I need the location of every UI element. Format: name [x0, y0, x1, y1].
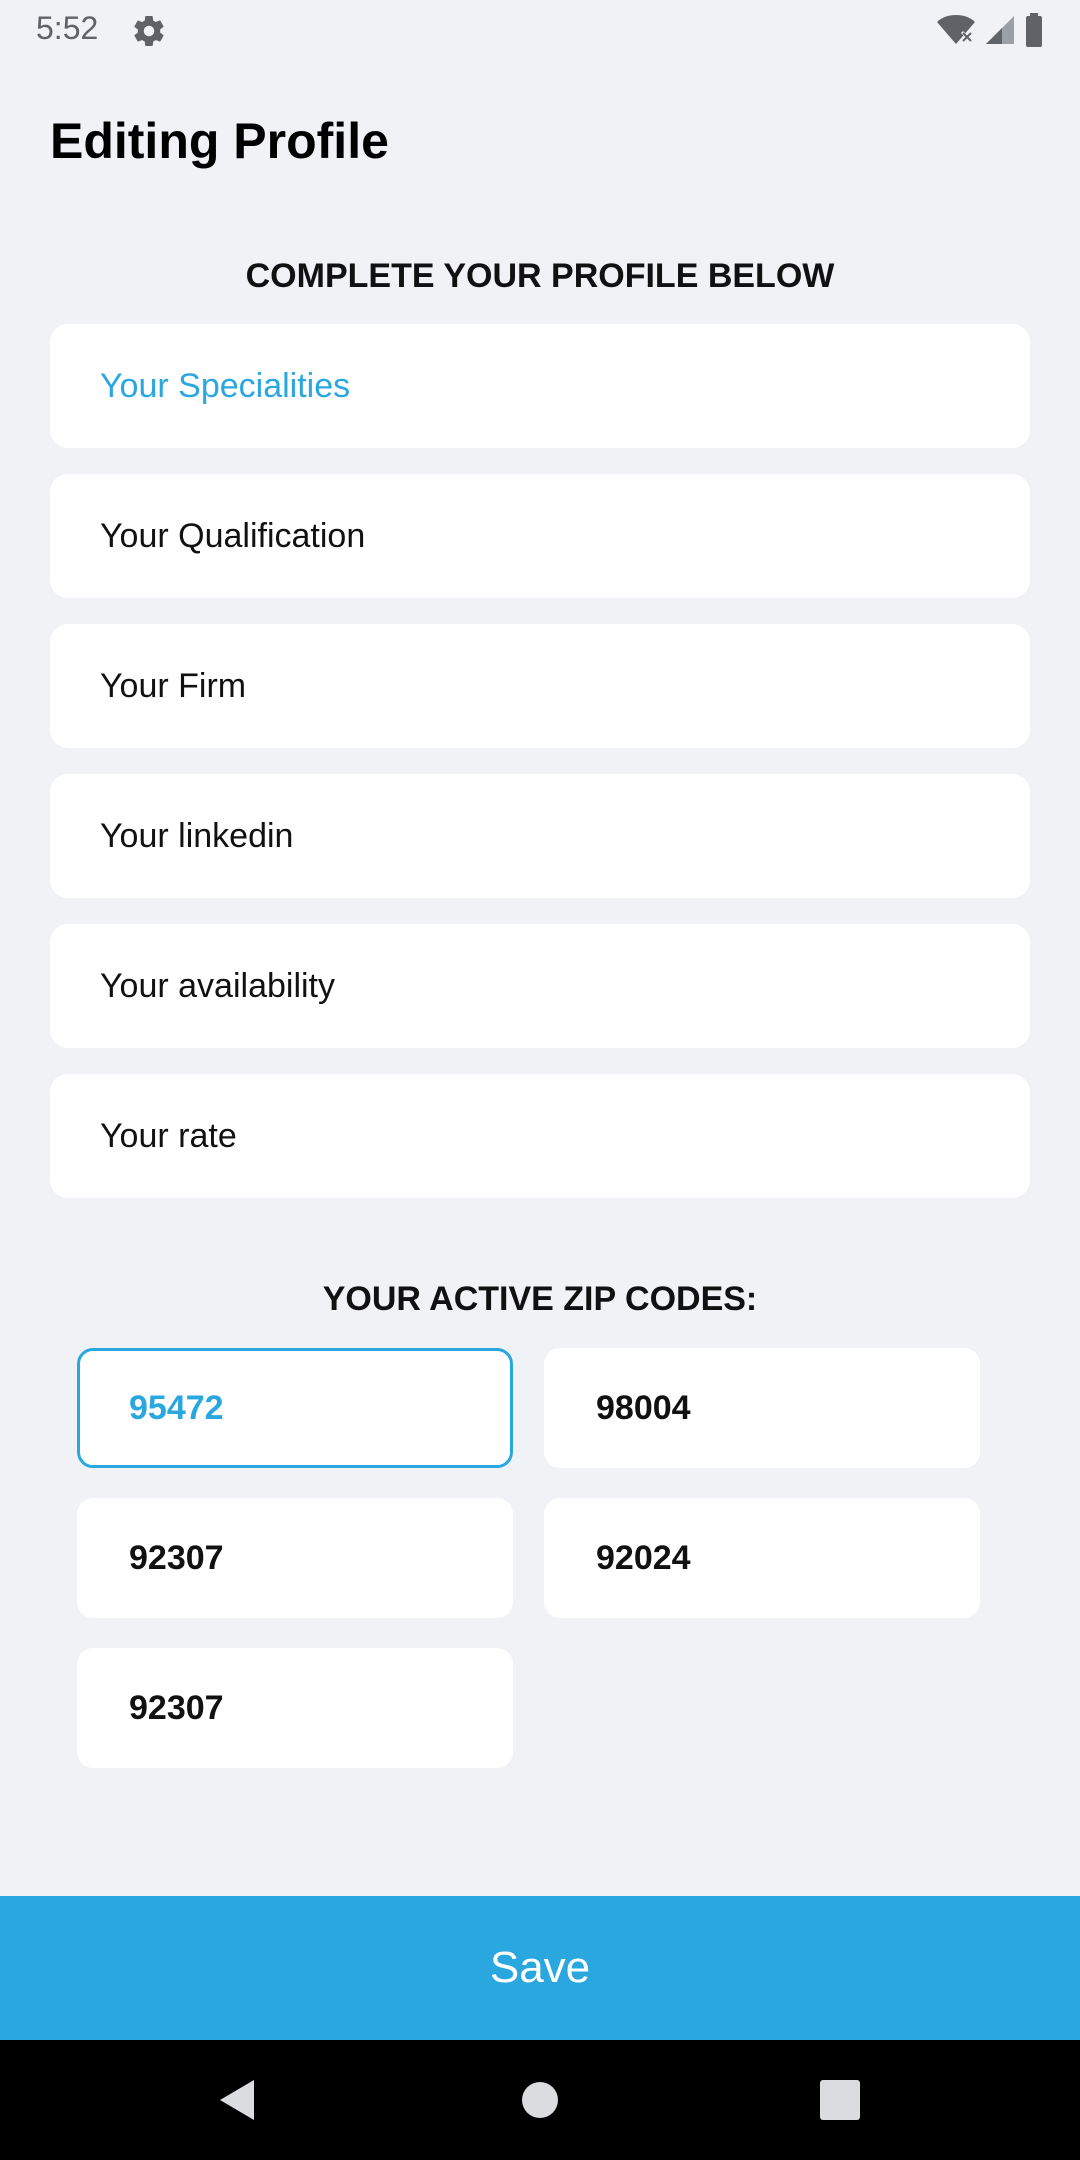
- zip-code-chip[interactable]: 92024: [544, 1498, 980, 1618]
- save-button[interactable]: Save: [0, 1896, 1080, 2040]
- recent-apps-icon[interactable]: [816, 2076, 864, 2124]
- battery-icon: [1026, 13, 1042, 47]
- availability-field[interactable]: Your availability: [50, 924, 1030, 1048]
- linkedin-field[interactable]: Your linkedin: [50, 774, 1030, 898]
- zip-code-chip[interactable]: 92307: [77, 1648, 513, 1768]
- firm-field[interactable]: Your Firm: [50, 624, 1030, 748]
- wifi-off-icon: [937, 15, 975, 44]
- gear-icon: [134, 16, 164, 47]
- signal-icon: [986, 16, 1014, 44]
- system-nav-bar: [0, 2040, 1080, 2160]
- back-icon[interactable]: [214, 2076, 262, 2124]
- profile-section-heading: COMPLETE YOUR PROFILE BELOW: [245, 257, 835, 295]
- specialities-field[interactable]: Your Specialities: [50, 324, 1030, 448]
- status-time: 5:52: [36, 10, 99, 46]
- zip-code-chip[interactable]: 98004: [544, 1348, 980, 1468]
- zip-code-chip[interactable]: 95472: [77, 1348, 513, 1468]
- zip-code-chip[interactable]: 92307: [77, 1498, 513, 1618]
- home-icon[interactable]: [516, 2076, 564, 2124]
- page-title: Editing Profile: [50, 113, 389, 169]
- zip-section-heading: YOUR ACTIVE ZIP CODES:: [322, 1280, 758, 1318]
- qualification-field[interactable]: Your Qualification: [50, 474, 1030, 598]
- rate-field[interactable]: Your rate: [50, 1074, 1030, 1198]
- status-icons: [936, 12, 1044, 48]
- screen: 5:52 Editing Profile COMPLETE YOUR PROFI…: [0, 0, 1080, 2160]
- status-bar: 5:52: [0, 0, 1080, 60]
